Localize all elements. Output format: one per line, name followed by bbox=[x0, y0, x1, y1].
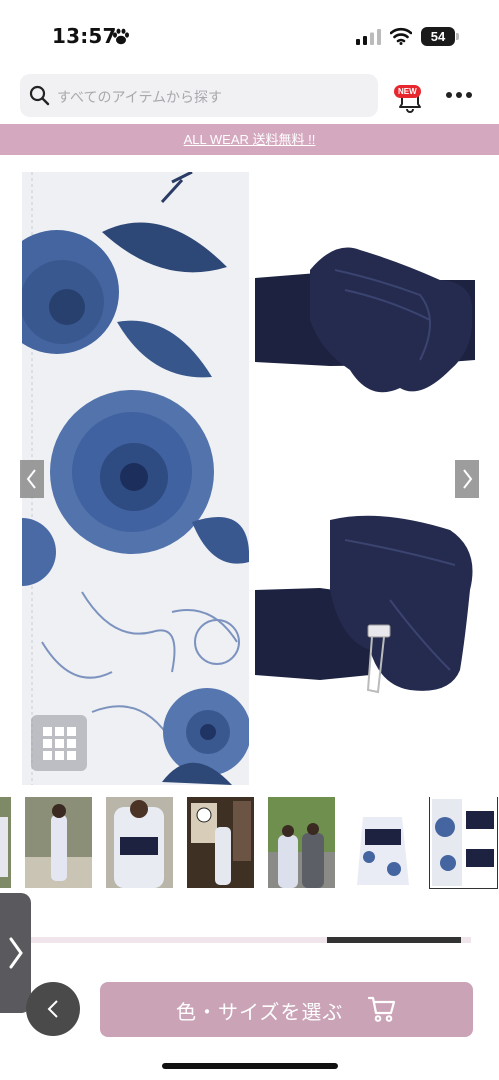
paw-icon bbox=[113, 28, 129, 45]
notification-bell-button[interactable]: NEW bbox=[392, 80, 428, 114]
product-image-gallery[interactable] bbox=[0, 170, 499, 790]
home-indicator bbox=[162, 1063, 338, 1069]
back-button[interactable] bbox=[26, 982, 80, 1036]
search-icon bbox=[29, 85, 50, 106]
status-time: 13:57 bbox=[52, 24, 117, 48]
search-placeholder: すべてのアイテムから探す bbox=[57, 90, 223, 106]
battery-indicator: 54 bbox=[421, 27, 459, 46]
gallery-next-button[interactable] bbox=[455, 460, 479, 498]
grid-view-button[interactable] bbox=[31, 715, 87, 771]
wifi-icon bbox=[390, 27, 412, 45]
new-badge: NEW bbox=[394, 85, 421, 98]
grid-icon bbox=[43, 727, 76, 760]
thumbnail-strip[interactable] bbox=[0, 797, 499, 890]
banner-link[interactable]: ALL WEAR 送料無料 !! bbox=[184, 124, 316, 155]
battery-level: 54 bbox=[430, 29, 446, 44]
select-color-size-button[interactable]: 色・サイズを選ぶ bbox=[100, 982, 473, 1037]
free-shipping-banner[interactable]: ALL WEAR 送料無料 !! bbox=[0, 124, 499, 155]
cta-label: 色・サイズを選ぶ bbox=[176, 1000, 344, 1024]
thumbnail-item[interactable] bbox=[187, 797, 254, 888]
side-panel-handle[interactable] bbox=[0, 893, 31, 1013]
search-input[interactable]: すべてのアイテムから探す bbox=[20, 74, 378, 117]
thumbnail-item[interactable] bbox=[25, 797, 92, 888]
cellular-signal-icon bbox=[356, 29, 381, 45]
thumbnail-item-selected[interactable] bbox=[429, 797, 498, 889]
thumbnail-item[interactable] bbox=[106, 797, 173, 888]
more-options-icon[interactable] bbox=[444, 90, 474, 100]
thumbnail-item[interactable] bbox=[0, 797, 11, 888]
gallery-scroll-thumb[interactable] bbox=[327, 937, 461, 943]
thumbnail-item[interactable] bbox=[268, 797, 335, 888]
cart-icon bbox=[367, 996, 396, 1022]
chevron-left-icon bbox=[26, 469, 36, 489]
status-bar: 13:57 54 bbox=[0, 0, 499, 70]
fabric-pattern-image bbox=[22, 172, 249, 785]
thumbnail-item[interactable] bbox=[349, 797, 416, 888]
chevron-right-icon bbox=[9, 937, 23, 969]
gallery-prev-button[interactable] bbox=[20, 460, 44, 498]
chevron-right-icon bbox=[463, 469, 473, 489]
chevron-left-icon bbox=[47, 1000, 58, 1018]
